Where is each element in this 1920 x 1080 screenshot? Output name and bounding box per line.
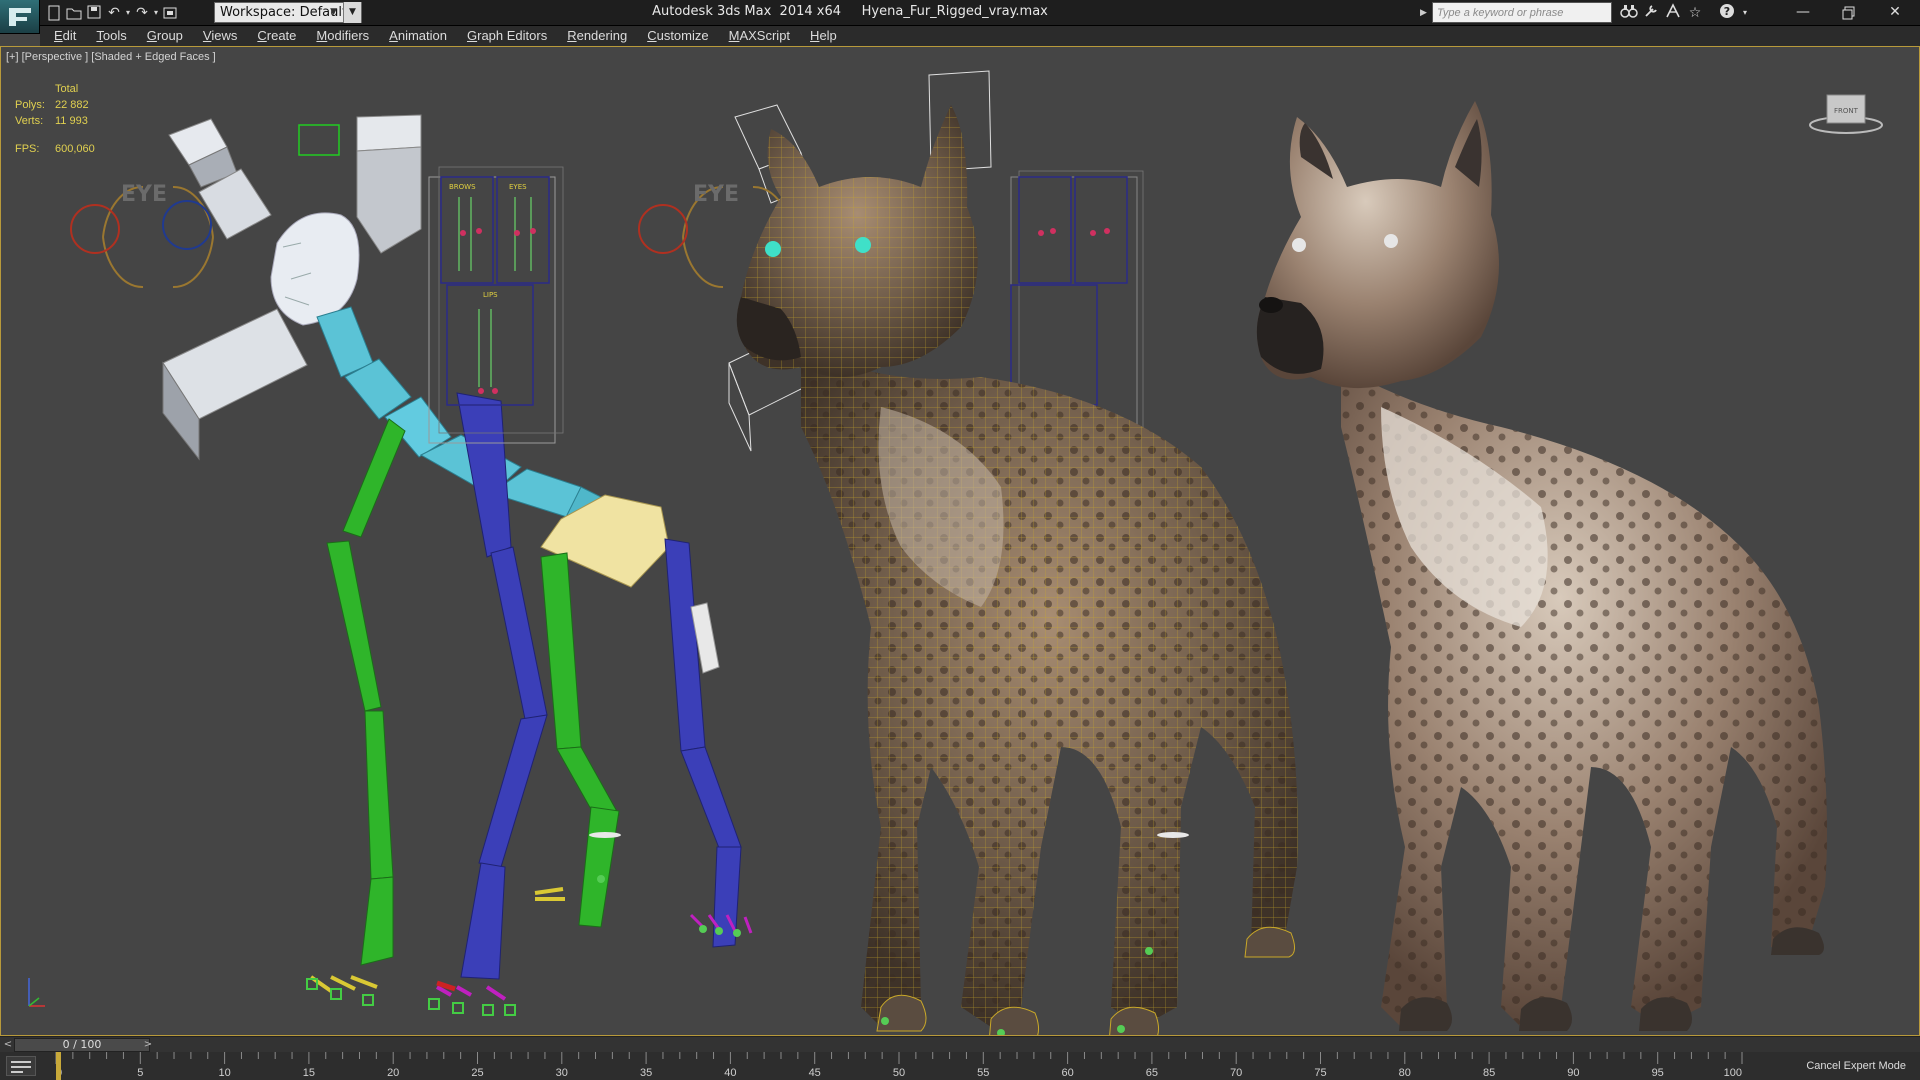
ruler-tick-label: 75	[1314, 1067, 1326, 1079]
new-file-icon[interactable]	[44, 3, 64, 23]
fps-value: 600,060	[55, 143, 95, 155]
menu-modifiers[interactable]: Modifiers	[306, 26, 379, 46]
svg-text:?: ?	[1724, 5, 1730, 18]
ruler-tick-label: 25	[471, 1067, 483, 1079]
menu-list: Edit Tools Group Views Create Modifiers …	[40, 26, 847, 46]
menu-maxscript[interactable]: MAXScript	[719, 26, 800, 46]
ruler-tick-label: 45	[809, 1067, 821, 1079]
frame-ruler[interactable]: 0510152025303540455055606570758085909510…	[54, 1052, 1744, 1080]
ruler-tick-label: 35	[640, 1067, 652, 1079]
project-folder-icon[interactable]	[160, 3, 180, 23]
search-expand-icon[interactable]: ▶	[1420, 3, 1427, 23]
verts-value: 11 993	[55, 115, 88, 127]
polys-value: 22 882	[55, 99, 89, 111]
open-folder-icon[interactable]	[64, 3, 84, 23]
statistics-overlay: Total Polys: 22 882 Verts: 11 993 FPS: 600,…	[15, 81, 135, 157]
window-title: Autodesk 3ds Max 2014 x64 Hyena_Fur_Rigg…	[652, 4, 1048, 19]
ruler-tick-label: 70	[1230, 1067, 1242, 1079]
minimize-icon[interactable]: —	[1780, 0, 1826, 26]
ruler-tick-label: 90	[1567, 1067, 1579, 1079]
binoculars-icon[interactable]	[1618, 3, 1640, 23]
ruler-tick-label: 20	[387, 1067, 399, 1079]
mini-curve-editor-icon[interactable]	[6, 1056, 36, 1076]
eyes-label: EYES	[509, 183, 527, 191]
menu-bar: Edit Tools Group Views Create Modifiers …	[40, 26, 1920, 46]
menu-animation[interactable]: Animation	[379, 26, 457, 46]
quick-access-dropdown-icon[interactable]: ▼	[343, 2, 361, 23]
subscription-center-icon[interactable]	[1640, 3, 1662, 23]
ruler-tick-label: 10	[218, 1067, 230, 1079]
viewport-label-menu[interactable]: [+] [Perspective ] [Shaded + Edged Faces…	[6, 51, 216, 63]
ruler-tick-label: 65	[1146, 1067, 1158, 1079]
workspace-dropdown[interactable]: Workspace: Default ▼	[214, 2, 362, 23]
next-frame-icon[interactable]: >	[142, 1037, 154, 1053]
polys-label: Polys:	[15, 99, 45, 111]
axis-tripod-icon	[28, 978, 45, 1007]
time-slider-bar: < 0 / 100 >	[0, 1036, 1920, 1052]
lips-label: LIPS	[483, 291, 498, 299]
eye-control-label-2: EYE	[693, 182, 739, 207]
close-icon[interactable]: ✕	[1872, 0, 1918, 26]
title-bar: ↶ ▾ ↷ ▾ Workspace: Default ▼ ▼ Autodesk …	[0, 0, 1920, 34]
skeleton-rig[interactable]: BROWS EYES LIPS EYE	[70, 114, 753, 1016]
menu-edit[interactable]: Edit	[40, 26, 86, 46]
scene-render[interactable]: BROWS EYES LIPS EYE EYE	[1, 47, 1919, 1035]
menu-create[interactable]: Create	[247, 26, 306, 46]
application-button[interactable]	[0, 0, 40, 34]
ruler-tick-label: 80	[1399, 1067, 1411, 1079]
eye-control-label: EYE	[121, 182, 167, 207]
ruler-tick-label: 100	[1724, 1067, 1742, 1079]
time-slider[interactable]: 0 / 100	[14, 1038, 150, 1052]
fps-label: FPS:	[15, 143, 40, 155]
verts-label: Verts:	[15, 115, 44, 127]
ruler-tick-label: 85	[1483, 1067, 1495, 1079]
viewcube-face-label: FRONT	[1834, 107, 1859, 115]
eye-control[interactable]: EYE	[70, 182, 214, 289]
current-frame-marker[interactable]	[56, 1052, 61, 1080]
ruler-tick-label: 60	[1061, 1067, 1073, 1079]
communication-center-icon[interactable]	[1662, 3, 1684, 23]
ruler-tick-label: 30	[556, 1067, 568, 1079]
menu-tools[interactable]: Tools	[86, 26, 136, 46]
previous-frame-icon[interactable]: <	[2, 1037, 14, 1053]
perspective-viewport[interactable]: BROWS EYES LIPS EYE EYE [+] [Perspective…	[0, 46, 1920, 1036]
favorites-star-icon[interactable]: ☆	[1684, 3, 1706, 23]
restore-icon[interactable]	[1826, 0, 1872, 26]
menu-customize[interactable]: Customize	[637, 26, 718, 46]
brows-label: BROWS	[449, 183, 476, 191]
search-input[interactable]	[1432, 2, 1612, 23]
hyena-rendered-model[interactable]	[1256, 101, 1827, 1031]
ruler-tick-label: 5	[137, 1067, 143, 1079]
stats-header: Total	[55, 83, 79, 95]
menu-views[interactable]: Views	[193, 26, 247, 46]
ruler-tick-label: 95	[1652, 1067, 1664, 1079]
menu-help[interactable]: Help	[800, 26, 847, 46]
menu-rendering[interactable]: Rendering	[557, 26, 637, 46]
cancel-expert-mode-button[interactable]: Cancel Expert Mode	[1800, 1056, 1918, 1076]
ruler-tick-label: 55	[977, 1067, 989, 1079]
help-dropdown-icon[interactable]: ▾	[1734, 3, 1756, 23]
track-bar: 0510152025303540455055606570758085909510…	[0, 1052, 1920, 1080]
app-logo-icon	[9, 8, 31, 26]
save-icon[interactable]	[84, 3, 104, 23]
ruler-tick-label: 15	[303, 1067, 315, 1079]
ruler-tick-label: 50	[893, 1067, 905, 1079]
ruler-tick-label: 40	[724, 1067, 736, 1079]
menu-graph-editors[interactable]: Graph Editors	[457, 26, 557, 46]
chevron-down-icon: ▼	[330, 7, 337, 17]
workspace-label: Workspace: Default	[220, 5, 348, 20]
viewcube[interactable]: FRONT	[1809, 87, 1883, 137]
menu-group[interactable]: Group	[137, 26, 193, 46]
